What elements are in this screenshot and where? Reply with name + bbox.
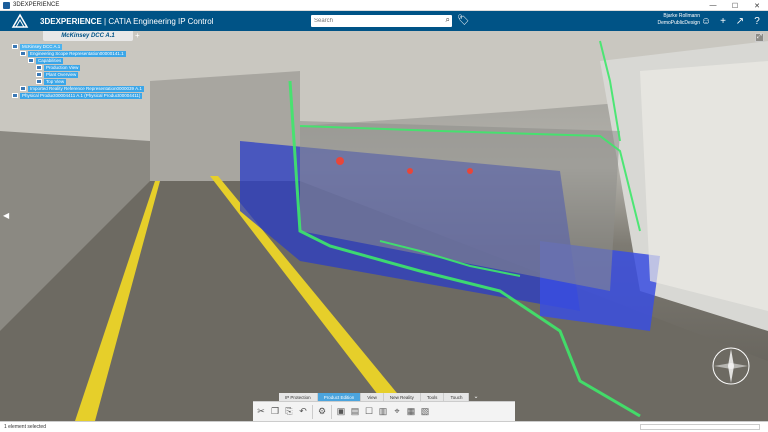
paste-icon[interactable]: ⎘ xyxy=(284,406,294,418)
action-tab[interactable]: Tools xyxy=(420,393,445,401)
action-tab[interactable]: New Reality xyxy=(383,393,421,401)
search-input[interactable] xyxy=(311,16,436,26)
tree-node[interactable]: Imported Reality Reference Representatio… xyxy=(12,85,144,92)
toolbar-separator xyxy=(331,404,332,419)
tree-node-icon xyxy=(20,51,26,56)
action-bar: ✂ ❐ ⎘ ↶ ⚙ ▣ ▤ ☐ ▥ ⌖ ▦ ▧ xyxy=(253,401,515,421)
compass-logo-icon[interactable] xyxy=(0,11,40,31)
add-tab-icon[interactable]: + xyxy=(135,31,140,40)
settings-icon[interactable]: ⚙ xyxy=(317,406,327,418)
capture-icon[interactable]: ▧ xyxy=(420,406,430,418)
render-style-icon[interactable]: ▤ xyxy=(350,406,360,418)
app-icon xyxy=(3,1,10,9)
action-tab[interactable]: Touch xyxy=(444,393,470,401)
action-tab[interactable]: Product Edition xyxy=(317,393,362,401)
user-space: DemoPublicDesign xyxy=(657,20,700,26)
window-controls: — ☐ ✕ xyxy=(702,0,768,11)
side-panel-arrow-icon[interactable]: ◀ xyxy=(3,211,9,220)
status-slider[interactable] xyxy=(640,424,760,430)
measure-icon[interactable]: ⌖ xyxy=(392,406,402,418)
tree-node-icon xyxy=(36,65,42,70)
status-text: 1 element selected xyxy=(4,424,46,430)
tree-node-icon xyxy=(12,44,18,49)
help-icon[interactable]: ? xyxy=(750,14,764,28)
more-tabs-icon[interactable]: ⌄ xyxy=(469,393,478,401)
3d-viewport[interactable]: McKinsey DCC A.1 + ⤢ McKinsey DCC A.1 Eng… xyxy=(0,31,768,421)
tree-node-label: Engineering Scope Representation00000141… xyxy=(28,50,126,57)
tag-icon[interactable]: 🏷︎ xyxy=(457,15,470,26)
action-bar-tabs: IP Protection Product Edition View New Real… xyxy=(279,393,478,401)
expand-icon[interactable]: ⤢ xyxy=(755,33,764,42)
section-icon[interactable]: ▦ xyxy=(406,406,416,418)
brand-name: 3DEXPERIENCE xyxy=(40,16,102,26)
window-title: 3DEXPERIENCE xyxy=(13,2,60,8)
add-icon[interactable]: + xyxy=(716,14,730,28)
tree-node[interactable]: Capabilities xyxy=(12,57,144,64)
undo-icon[interactable]: ↶ xyxy=(298,406,308,418)
toolbar-separator xyxy=(312,404,313,419)
hide-show-icon[interactable]: ▥ xyxy=(378,406,388,418)
tree-node[interactable]: Physical Product00004411 A.1 (Physical P… xyxy=(12,92,144,99)
tree-node-label: Plant Overview xyxy=(44,71,79,78)
tree-node-label: Top View xyxy=(44,78,67,85)
tree-node[interactable]: McKinsey DCC A.1 xyxy=(12,43,144,50)
tree-node-label: Production View xyxy=(44,64,81,71)
minimize-button[interactable]: — xyxy=(702,0,724,11)
cut-icon[interactable]: ✂ xyxy=(256,406,266,418)
tree-node[interactable]: Production View xyxy=(12,64,144,71)
view-compass[interactable] xyxy=(706,341,756,391)
close-button[interactable]: ✕ xyxy=(746,0,768,11)
tree-node[interactable]: Top View xyxy=(12,78,144,85)
user-info[interactable]: Bjarke Rollmann DemoPublicDesign xyxy=(655,13,700,27)
tree-node-label: Physical Product00004411 A.1 (Physical P… xyxy=(20,92,143,99)
status-bar: 1 element selected xyxy=(0,421,768,432)
share-icon[interactable]: ↗ xyxy=(733,14,747,28)
tree-node-icon xyxy=(28,58,34,63)
user-name: Bjarke Rollmann xyxy=(663,13,700,19)
maximize-button[interactable]: ☐ xyxy=(724,0,746,11)
tree-node-icon xyxy=(20,86,26,91)
app-brand: 3DEXPERIENCE | CATIA Engineering IP Cont… xyxy=(40,17,213,26)
document-tab[interactable]: McKinsey DCC A.1 xyxy=(43,31,133,41)
app-name: | CATIA Engineering IP Control xyxy=(101,16,214,26)
product-tree: McKinsey DCC A.1 Engineering Scope Repres… xyxy=(12,43,144,99)
tree-node[interactable]: Engineering Scope Representation00000141… xyxy=(12,50,144,57)
app-header: 3DEXPERIENCE | CATIA Engineering IP Cont… xyxy=(0,11,768,31)
tree-node[interactable]: Plant Overview xyxy=(12,71,144,78)
fit-all-icon[interactable]: ☐ xyxy=(364,406,374,418)
tree-node-icon xyxy=(36,79,42,84)
tree-node-label: Imported Reality Reference Representatio… xyxy=(28,85,144,92)
copy-icon[interactable]: ❐ xyxy=(270,406,280,418)
window-titlebar: 3DEXPERIENCE — ☐ ✕ xyxy=(0,0,768,11)
view-mode-icon[interactable]: ▣ xyxy=(336,406,346,418)
search-box[interactable]: ⌕ xyxy=(311,15,452,27)
tree-node-icon xyxy=(36,72,42,77)
header-icons: ☺ + ↗ ? xyxy=(699,14,764,28)
search-icon[interactable]: ⌕ xyxy=(446,15,450,25)
tree-node-label: McKinsey DCC A.1 xyxy=(20,43,63,50)
user-avatar-icon[interactable]: ☺ xyxy=(699,14,713,28)
action-tab[interactable]: View xyxy=(361,393,384,401)
action-tab[interactable]: IP Protection xyxy=(279,393,318,401)
tree-node-label: Capabilities xyxy=(36,57,64,64)
tree-node-icon xyxy=(12,93,18,98)
